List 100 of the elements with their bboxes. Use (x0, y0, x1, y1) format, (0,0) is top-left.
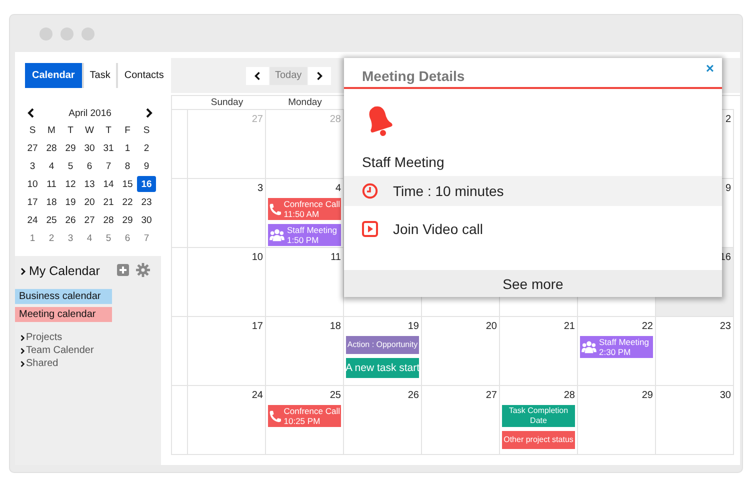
date[interactable]: 25 (42, 211, 61, 229)
date[interactable]: 26 (61, 211, 80, 229)
day-cell[interactable]: 29 (578, 386, 656, 455)
date[interactable]: 15 (118, 175, 137, 193)
day-number: 25 (330, 390, 341, 401)
date[interactable]: 28 (42, 139, 61, 157)
calendar-group[interactable]: Projects (26, 332, 62, 343)
detail-row[interactable]: Time : 10 minutes (344, 176, 722, 206)
today-button[interactable]: Today (270, 66, 307, 84)
clock-icon (362, 183, 378, 199)
day-number: 26 (408, 390, 419, 401)
panel-title: My Calendar (29, 264, 100, 278)
day-cell[interactable]: 17 (188, 317, 266, 386)
detail-row[interactable]: Join Video call (344, 214, 722, 244)
date[interactable]: 2 (42, 229, 61, 247)
date[interactable]: 5 (61, 157, 80, 175)
tab[interactable]: Calendar (25, 63, 82, 88)
date[interactable]: 7 (99, 157, 118, 175)
close-button[interactable]: × (704, 60, 716, 76)
date[interactable]: 19 (61, 193, 80, 211)
day-cell[interactable]: 23 (656, 317, 734, 386)
day-number: 10 (252, 252, 263, 263)
date[interactable]: 29 (118, 211, 137, 229)
date[interactable]: 31 (99, 139, 118, 157)
date[interactable]: 28 (99, 211, 118, 229)
date[interactable]: 11 (42, 175, 61, 193)
date[interactable]: 6 (118, 229, 137, 247)
day-cell[interactable]: 24 (188, 386, 266, 455)
day-cell[interactable]: 22 Staff Meeting 2:30 PM (578, 317, 656, 386)
month-label: April 2016 (68, 108, 112, 118)
day-cell[interactable]: 30 (656, 386, 734, 455)
window-dots-icon (39, 26, 97, 40)
chevron-left-icon[interactable] (27, 108, 35, 118)
calendar-tag[interactable]: Meeting calendar (15, 307, 112, 322)
chevron-right-icon[interactable] (20, 266, 26, 276)
day-cell[interactable]: 21 (500, 317, 578, 386)
date[interactable]: 8 (118, 157, 137, 175)
date[interactable]: 22 (118, 193, 137, 211)
people-icon (269, 228, 285, 242)
date[interactable]: 9 (137, 157, 156, 175)
date[interactable]: 4 (42, 157, 61, 175)
day-cell[interactable]: 3 (188, 179, 266, 248)
day-cell[interactable]: 27 (422, 386, 500, 455)
day-number: 17 (252, 321, 263, 332)
date[interactable]: 13 (80, 175, 99, 193)
date[interactable]: 1 (118, 139, 137, 157)
chevron-right-icon (316, 70, 323, 80)
day-cell[interactable]: 10 (188, 248, 266, 317)
date[interactable]: 30 (80, 139, 99, 157)
date[interactable]: 16 (137, 176, 156, 192)
date[interactable]: 4 (80, 229, 99, 247)
date[interactable]: 2 (137, 139, 156, 157)
day-number: 29 (642, 390, 653, 401)
date[interactable]: 1 (23, 229, 42, 247)
date[interactable]: 3 (61, 229, 80, 247)
day-number: 27 (252, 114, 263, 125)
date[interactable]: 27 (23, 139, 42, 157)
event-label: Action : Opportunity (347, 340, 418, 350)
day-cell[interactable]: 18 (266, 317, 344, 386)
day-cell[interactable]: 19 Action : Opportunity A new task start (344, 317, 422, 386)
date[interactable]: 14 (99, 175, 118, 193)
day-cell[interactable]: 25 Confrence Call 10:25 PM (266, 386, 344, 455)
date[interactable]: 17 (23, 193, 42, 211)
day-cell[interactable]: 26 (344, 386, 422, 455)
day-number: 3 (257, 183, 263, 194)
date[interactable]: 10 (23, 175, 42, 193)
event-label: Other project status (504, 435, 574, 445)
calendar-group[interactable]: Team Calender (26, 345, 94, 356)
date[interactable]: 7 (137, 229, 156, 247)
day-number: 11 (330, 252, 341, 263)
day-number: 24 (252, 390, 263, 401)
add-icon[interactable] (116, 264, 129, 276)
date[interactable]: 12 (61, 175, 80, 193)
previous-button[interactable] (246, 66, 269, 84)
people-icon (581, 340, 597, 354)
date[interactable]: 29 (61, 139, 80, 157)
see-more-button[interactable]: See more (344, 270, 722, 297)
weekday-label: M (46, 124, 56, 138)
chevron-right-icon[interactable] (145, 108, 153, 118)
day-cell[interactable]: 20 (422, 317, 500, 386)
date[interactable]: 18 (42, 193, 61, 211)
date[interactable]: 24 (23, 211, 42, 229)
day-number: 4 (335, 183, 341, 194)
weekday-label: F (124, 124, 132, 138)
date[interactable]: 21 (99, 193, 118, 211)
date[interactable]: 27 (80, 211, 99, 229)
date[interactable]: 30 (137, 211, 156, 229)
next-button[interactable] (308, 66, 331, 84)
date[interactable]: 6 (80, 157, 99, 175)
day-number: 9 (725, 183, 731, 194)
event-chip[interactable]: Action : Opportunity (346, 336, 419, 354)
event-label: A new task start (345, 363, 420, 373)
calendar-tag[interactable]: Business calendar (15, 289, 112, 304)
date[interactable]: 3 (23, 157, 42, 175)
date[interactable]: 5 (99, 229, 118, 247)
settings-icon[interactable] (136, 262, 150, 276)
date[interactable]: 23 (137, 193, 156, 211)
calendar-group[interactable]: Shared (26, 358, 58, 369)
date[interactable]: 20 (80, 193, 99, 211)
event-label: Confrence Call 11:50 AM (284, 199, 340, 219)
